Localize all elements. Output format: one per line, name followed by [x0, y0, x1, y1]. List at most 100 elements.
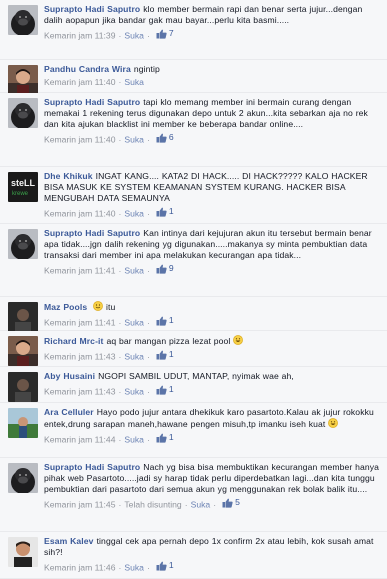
meta-separator: ·	[118, 434, 122, 445]
like-count[interactable]: 1	[156, 384, 174, 395]
meta-separator: ·	[118, 499, 122, 510]
person-avatar[interactable]	[8, 336, 38, 366]
meta-separator: ·	[118, 30, 122, 41]
thumbs-up-icon	[156, 433, 167, 443]
like-count[interactable]: 1	[156, 432, 174, 443]
comment-meta: Kemarin jam 11:43 · Suka · 1	[44, 384, 379, 398]
comment-row: Suprapto Hadi Saputro Nach yg bisa bisa m…	[0, 458, 387, 532]
svg-text:steLL: steLL	[11, 178, 36, 188]
like-count[interactable]: 7	[156, 28, 174, 39]
like-count[interactable]: 9	[156, 263, 174, 274]
meta-separator: ·	[118, 208, 122, 219]
comment-author-link[interactable]: Dhe Khikuk	[44, 171, 93, 181]
comment-timestamp[interactable]: Kemarin jam 11:46	[44, 563, 116, 573]
gorilla-avatar[interactable]	[8, 98, 38, 128]
like-count[interactable]: 1	[156, 315, 174, 326]
like-button[interactable]: Suka	[124, 435, 144, 445]
comment-row: Maz Pools itu Kemarin jam 11:41 · Suka · 1	[0, 297, 387, 332]
comment-timestamp[interactable]: Kemarin jam 11:45	[44, 500, 116, 510]
comment-author-link[interactable]: Pandhu Candra Wira	[44, 64, 131, 74]
meta-separator: ·	[118, 77, 122, 87]
meta-separator: ·	[146, 134, 150, 145]
like-button[interactable]: Suka	[124, 77, 144, 87]
meta-separator: ·	[146, 386, 150, 397]
thumbs-up-icon	[222, 498, 233, 508]
comment-author-link[interactable]: Suprapto Hadi Saputro	[44, 228, 140, 238]
comment-author-link[interactable]: Ara Celluler	[44, 407, 94, 417]
thumbs-up-icon	[156, 350, 167, 360]
comment-timestamp[interactable]: Kemarin jam 11:44	[44, 435, 116, 445]
meta-separator: ·	[184, 499, 188, 510]
comment-timestamp[interactable]: Kemarin jam 11:43	[44, 352, 116, 362]
comment-body: Dhe Khikuk INGAT KANG.... KATA2 DI HACK..…	[44, 171, 379, 204]
comment-timestamp[interactable]: Kemarin jam 11:43	[44, 387, 116, 397]
comment-author-link[interactable]: Suprapto Hadi Saputro	[44, 462, 140, 472]
like-button[interactable]: Suka	[124, 209, 144, 219]
like-button[interactable]: Suka	[124, 563, 144, 573]
like-count[interactable]: 1	[156, 560, 174, 571]
landscape-avatar[interactable]	[8, 408, 38, 438]
like-button[interactable]: Suka	[124, 31, 144, 41]
comment-timestamp[interactable]: Kemarin jam 11:41	[44, 266, 116, 276]
comment-body: Suprapto Hadi Saputro klo member bermain …	[44, 4, 379, 26]
thumbs-up-icon	[156, 561, 167, 571]
meta-separator: ·	[118, 134, 122, 145]
like-button[interactable]: Suka	[124, 352, 144, 362]
comment-timestamp[interactable]: Kemarin jam 11:40	[44, 209, 116, 219]
comment-meta: Kemarin jam 11:43 · Suka · 1	[44, 349, 379, 363]
gorilla-avatar[interactable]	[8, 463, 38, 493]
comment-author-link[interactable]: Richard Mrc-it	[44, 336, 103, 346]
comment-author-link[interactable]: Suprapto Hadi Saputro	[44, 97, 140, 107]
like-button[interactable]: Suka	[124, 387, 144, 397]
comment-row: Suprapto Hadi Saputro Kan intinya dari ke…	[0, 224, 387, 297]
comment-row: Aby Husaini NGOPI SAMBIL UDUT, MANTAP, ny…	[0, 367, 387, 403]
comment-author-link[interactable]: Maz Pools	[44, 302, 87, 312]
like-count[interactable]: 6	[156, 132, 174, 143]
gorilla-avatar[interactable]	[8, 229, 38, 259]
comment-body: Maz Pools itu	[44, 301, 379, 313]
like-count[interactable]: 5	[222, 497, 240, 508]
dark-avatar[interactable]	[8, 302, 38, 332]
comment-timestamp[interactable]: Kemarin jam 11:39	[44, 31, 116, 41]
like-count-value: 1	[168, 384, 174, 394]
comment-body: Suprapto Hadi Saputro Kan intinya dari ke…	[44, 228, 379, 261]
thumbs-up-icon	[156, 29, 167, 39]
person-avatar[interactable]	[8, 65, 38, 95]
like-count-value: 1	[168, 206, 174, 216]
comment-body: Pandhu Candra Wira ngintip	[44, 64, 379, 75]
like-count-value: 5	[235, 497, 240, 507]
comment-author-link[interactable]: Esam Kalev	[44, 536, 94, 546]
like-count[interactable]: 1	[156, 206, 174, 217]
portrait-avatar[interactable]	[8, 537, 38, 567]
comment-feed: Suprapto Hadi Saputro klo member bermain …	[0, 0, 387, 579]
comment-author-link[interactable]: Aby Husaini	[44, 371, 95, 381]
like-button[interactable]: Suka	[124, 135, 144, 145]
comment-author-link[interactable]: Suprapto Hadi Saputro	[44, 4, 140, 14]
dark-avatar[interactable]	[8, 372, 38, 402]
comment-text: itu	[106, 302, 116, 312]
comment-meta: Kemarin jam 11:41 · Suka · 9	[44, 263, 379, 277]
like-count[interactable]: 1	[156, 349, 174, 360]
comment-timestamp[interactable]: Kemarin jam 11:40	[44, 77, 116, 87]
meta-separator: ·	[146, 317, 150, 328]
like-button[interactable]: Suka	[124, 318, 144, 328]
meta-separator: ·	[118, 386, 122, 397]
like-button[interactable]: Suka	[124, 266, 144, 276]
edited-label[interactable]: Telah disunting	[124, 500, 181, 510]
comment-text: ngintip	[133, 64, 160, 74]
comment-row: steLL krewe Dhe Khikuk INGAT KANG.... KATA2…	[0, 167, 387, 224]
meta-separator: ·	[118, 317, 122, 328]
meta-separator: ·	[146, 351, 150, 362]
thumbs-up-icon	[156, 264, 167, 274]
logo-avatar[interactable]: steLL krewe	[8, 172, 38, 202]
comment-timestamp[interactable]: Kemarin jam 11:41	[44, 318, 116, 328]
comment-meta: Kemarin jam 11:44 · Suka · 1	[44, 432, 379, 446]
like-count-value: 7	[168, 28, 174, 38]
like-count-value: 1	[168, 432, 174, 442]
thumbs-up-icon	[156, 316, 167, 326]
meta-separator: ·	[118, 562, 122, 573]
like-button[interactable]: Suka	[191, 500, 211, 510]
comment-row: Ara Celluler Hayo podo jujur antara dheki…	[0, 403, 387, 458]
gorilla-avatar[interactable]	[8, 5, 38, 35]
comment-timestamp[interactable]: Kemarin jam 11:40	[44, 135, 116, 145]
